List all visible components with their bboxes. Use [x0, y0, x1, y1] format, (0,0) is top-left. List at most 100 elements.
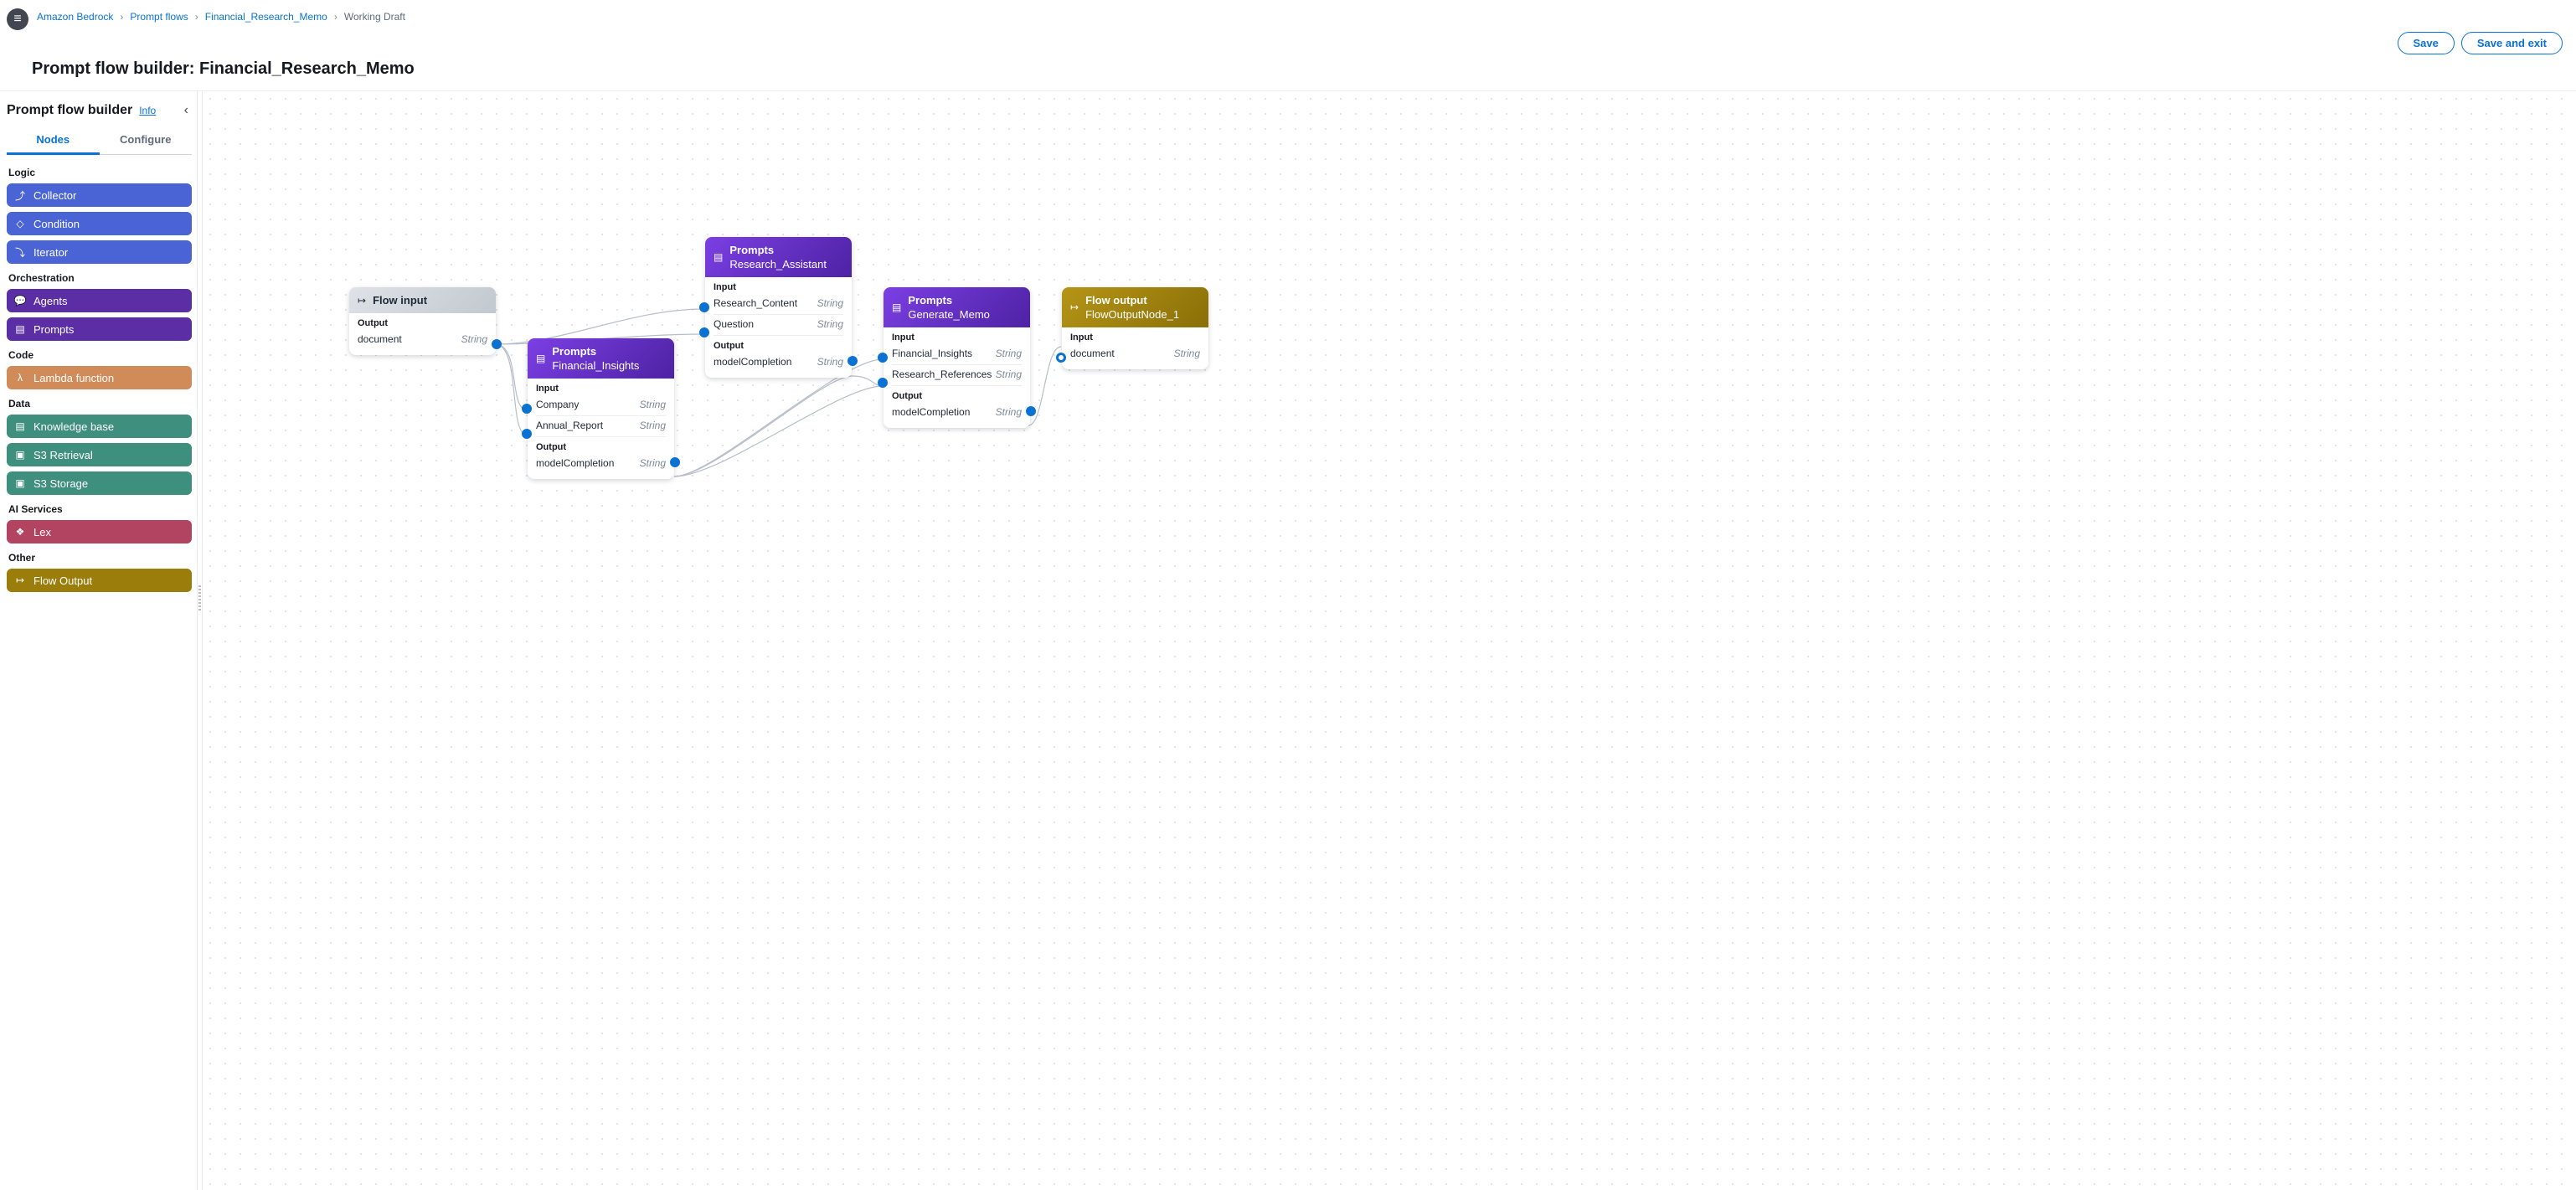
- node-palette-iterator[interactable]: ⤵Iterator: [7, 240, 192, 264]
- group-logic: Logic: [7, 163, 192, 183]
- node-title: Flow input: [373, 294, 427, 307]
- input-name: Financial_Insights: [892, 348, 972, 359]
- save-button[interactable]: Save: [2398, 32, 2455, 54]
- node-generate-memo[interactable]: ▤ PromptsGenerate_Memo Input Financial_In…: [884, 287, 1030, 428]
- section-input-label: Input: [528, 379, 674, 395]
- input-port-research-references[interactable]: [878, 378, 888, 388]
- sidebar-title: Prompt flow builder: [7, 103, 132, 118]
- chevron-right-icon: ›: [120, 11, 123, 23]
- s3-icon: ▣: [13, 477, 27, 490]
- tab-nodes[interactable]: Nodes: [7, 126, 100, 155]
- output-name: document: [358, 333, 402, 345]
- prompts-icon: ▤: [892, 301, 901, 313]
- input-port-question[interactable]: [699, 327, 709, 337]
- node-palette-collector[interactable]: ⤴Collector: [7, 183, 192, 207]
- section-output-label: Output: [884, 386, 1030, 403]
- node-name: Research_Assistant: [729, 258, 827, 270]
- input-type: String: [1174, 348, 1200, 359]
- node-flow-input[interactable]: ↦ Flow input Output document String: [349, 287, 496, 355]
- collector-icon: ⤴: [13, 188, 27, 202]
- input-name: Company: [536, 399, 579, 410]
- input-port-company[interactable]: [522, 404, 532, 414]
- prompts-icon: ▤: [536, 353, 545, 364]
- output-type: String: [640, 457, 666, 469]
- flow-input-icon: ↦: [358, 295, 366, 307]
- section-output-label: Output: [349, 313, 496, 330]
- output-type: String: [996, 406, 1022, 418]
- tab-configure[interactable]: Configure: [100, 126, 193, 154]
- node-flow-output[interactable]: ↦Flow outputFlowOutputNode_1 Input docum…: [1062, 287, 1208, 369]
- input-type: String: [640, 399, 666, 410]
- section-output-label: Output: [705, 336, 852, 353]
- section-input-label: Input: [1062, 327, 1208, 344]
- chevron-right-icon: ›: [334, 11, 337, 23]
- prompts-icon: ▤: [13, 322, 27, 336]
- breadcrumb-current: Working Draft: [344, 11, 405, 23]
- group-code: Code: [7, 346, 192, 366]
- lambda-icon: λ: [13, 371, 27, 384]
- condition-icon: ◇: [13, 217, 27, 230]
- sidebar-tabs: Nodes Configure: [7, 126, 192, 155]
- breadcrumb-flow-name[interactable]: Financial_Research_Memo: [205, 11, 327, 23]
- output-port[interactable]: [1026, 406, 1036, 416]
- breadcrumb-prompt-flows[interactable]: Prompt flows: [130, 11, 188, 23]
- group-data: Data: [7, 394, 192, 415]
- node-financial-insights[interactable]: ▤PromptsFinancial_Insights Input Company…: [528, 338, 674, 479]
- flow-canvas[interactable]: ↦Flow input Output documentString ▤Promp…: [203, 91, 2576, 1190]
- info-link[interactable]: Info: [139, 105, 156, 116]
- group-orchestration: Orchestration: [7, 269, 192, 289]
- output-name: modelCompletion: [536, 457, 614, 469]
- input-port-document[interactable]: [1056, 353, 1066, 363]
- save-exit-button[interactable]: Save and exit: [2461, 32, 2563, 54]
- node-palette-kb[interactable]: ▤Knowledge base: [7, 415, 192, 438]
- input-port-financial-insights[interactable]: [878, 353, 888, 363]
- collapse-sidebar-button[interactable]: ‹: [184, 103, 192, 118]
- input-name: Annual_Report: [536, 420, 603, 431]
- section-output-label: Output: [528, 437, 674, 454]
- iterator-icon: ⤵: [13, 245, 27, 259]
- node-name: Generate_Memo: [908, 308, 990, 321]
- input-name: Research_References: [892, 368, 992, 380]
- node-palette-flow-output[interactable]: ↦Flow Output: [7, 569, 192, 592]
- hamburger-icon: ≡: [13, 13, 21, 26]
- s3-icon: ▣: [13, 448, 27, 461]
- hamburger-menu-button[interactable]: ≡: [7, 8, 28, 30]
- node-palette-s3-storage[interactable]: ▣S3 Storage: [7, 471, 192, 495]
- page-title: Prompt flow builder: Financial_Research_…: [32, 59, 2576, 79]
- section-input-label: Input: [705, 277, 852, 294]
- output-name: modelCompletion: [714, 356, 791, 368]
- output-type: String: [461, 333, 487, 345]
- node-type: Flow output: [1085, 294, 1179, 307]
- kb-icon: ▤: [13, 420, 27, 433]
- flow-output-icon: ↦: [13, 574, 27, 587]
- output-port[interactable]: [492, 339, 502, 349]
- node-type: Prompts: [908, 294, 990, 307]
- input-name: Research_Content: [714, 297, 797, 309]
- node-palette-condition[interactable]: ◇Condition: [7, 212, 192, 235]
- input-type: String: [817, 297, 843, 309]
- edges-layer: [203, 91, 2576, 1190]
- input-port-annual-report[interactable]: [522, 429, 532, 439]
- node-palette-lambda[interactable]: λLambda function: [7, 366, 192, 389]
- section-input-label: Input: [884, 327, 1030, 344]
- node-palette-s3-retrieval[interactable]: ▣S3 Retrieval: [7, 443, 192, 466]
- node-palette-lex[interactable]: ❖Lex: [7, 520, 192, 543]
- flow-output-icon: ↦: [1070, 301, 1079, 313]
- breadcrumb-amazon-bedrock[interactable]: Amazon Bedrock: [37, 11, 113, 23]
- input-name: Question: [714, 318, 754, 330]
- input-type: String: [817, 318, 843, 330]
- node-research-assistant[interactable]: ▤ Prompts Research_Assistant Input Researc…: [705, 237, 852, 378]
- input-port-research-content[interactable]: [699, 302, 709, 312]
- group-other: Other: [7, 549, 192, 569]
- output-name: modelCompletion: [892, 406, 970, 418]
- node-palette-agents[interactable]: 💬Agents: [7, 289, 192, 312]
- node-name: Financial_Insights: [552, 359, 639, 372]
- output-type: String: [817, 356, 843, 368]
- output-port[interactable]: [848, 356, 858, 366]
- output-port[interactable]: [670, 457, 680, 467]
- node-palette-prompts[interactable]: ▤Prompts: [7, 317, 192, 341]
- node-type: Prompts: [729, 244, 827, 256]
- input-type: String: [996, 348, 1022, 359]
- prompts-icon: ▤: [714, 251, 723, 263]
- input-name: document: [1070, 348, 1115, 359]
